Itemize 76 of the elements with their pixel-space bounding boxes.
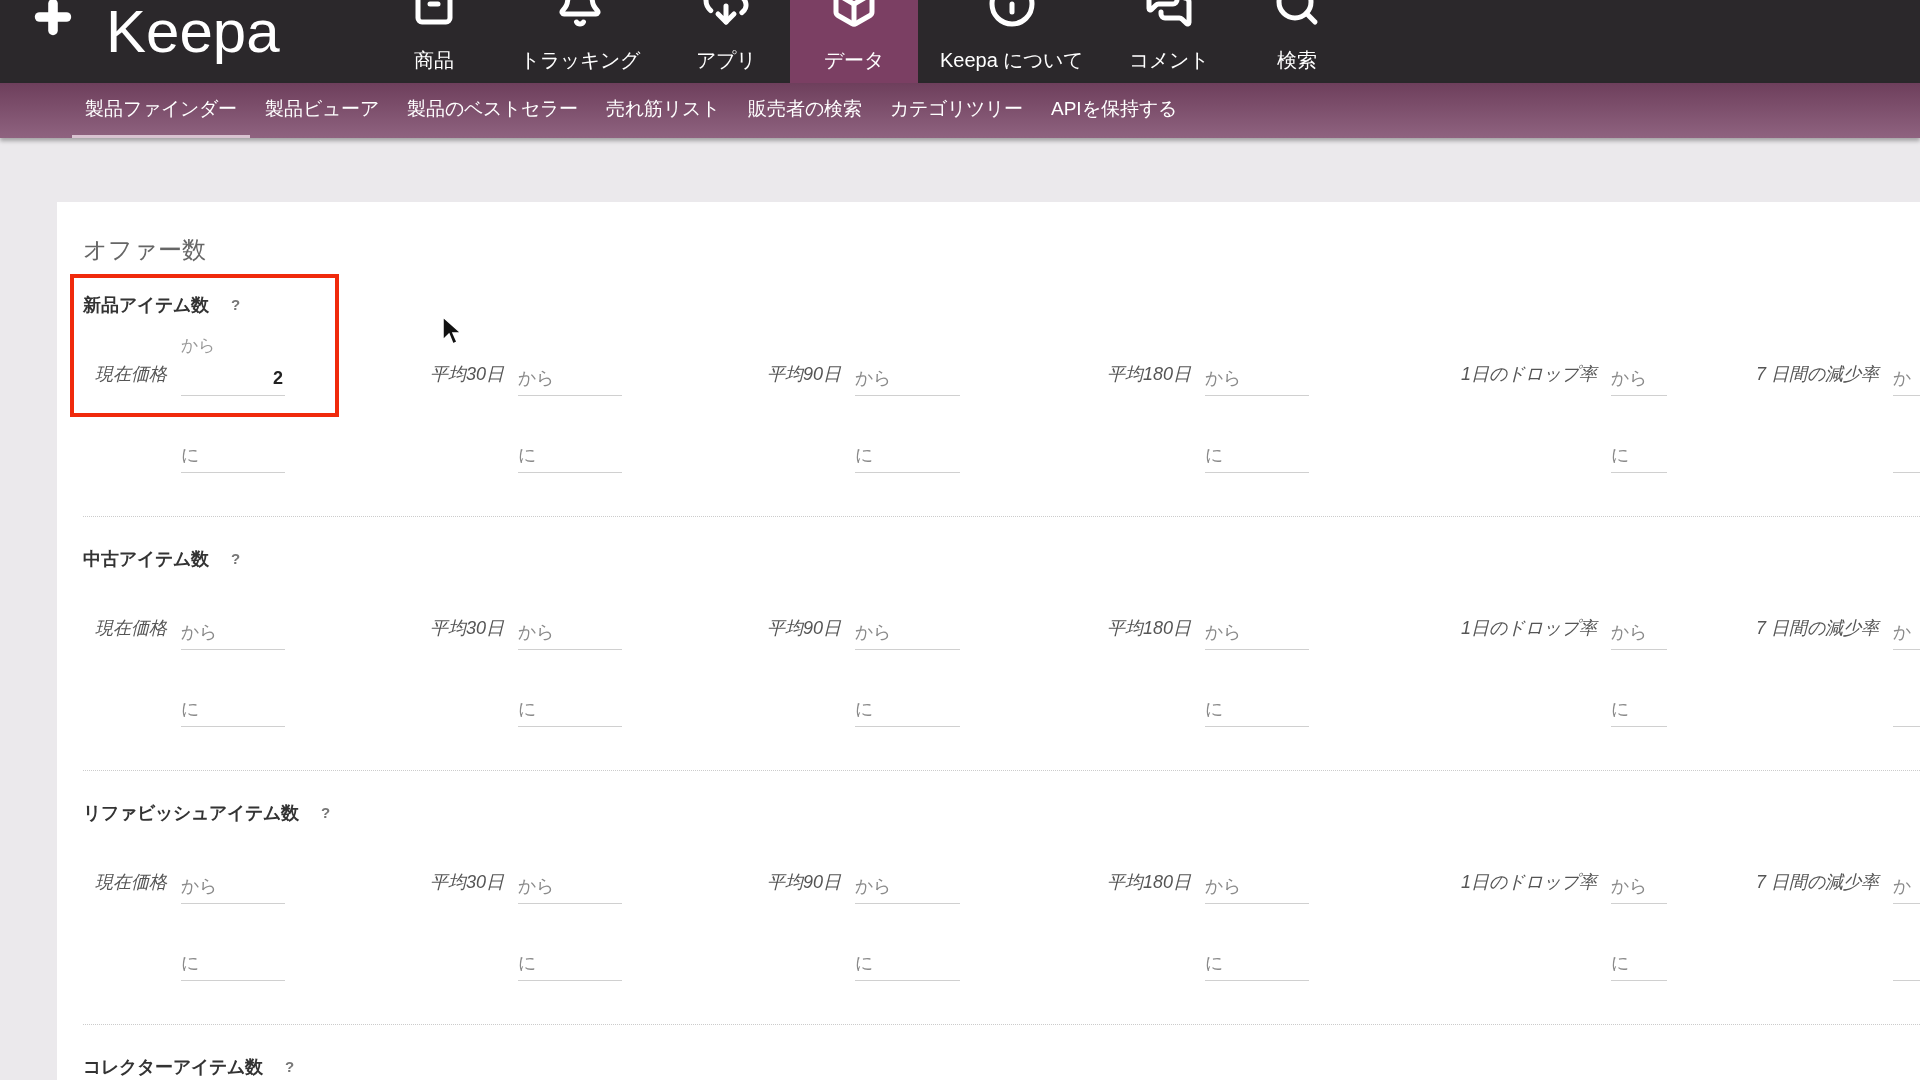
field-label: 平均180日 bbox=[1106, 617, 1191, 640]
field-label: 平均30日 bbox=[429, 617, 504, 640]
group-title: コレクターアイテム数 bbox=[83, 1055, 263, 1079]
field-label: 1日のドロップ率 bbox=[1461, 363, 1597, 386]
sub-nav-tab[interactable]: 製品ファインダー bbox=[72, 83, 250, 138]
input-field[interactable]: から bbox=[181, 844, 285, 904]
nav-tab[interactable]: データ bbox=[790, 0, 918, 83]
input-field[interactable]: に bbox=[1611, 921, 1667, 981]
field-label: 平均90日 bbox=[766, 363, 841, 386]
sub-nav-tab[interactable]: 製品のベストセラー bbox=[394, 83, 591, 138]
group-title: リファビッシュアイテム数 bbox=[83, 801, 299, 825]
nav-tab[interactable]: アプリ bbox=[662, 0, 790, 83]
input-field[interactable]: に bbox=[855, 921, 960, 981]
input-field[interactable]: から 2 bbox=[181, 336, 285, 396]
nav-tab[interactable]: 検索 bbox=[1233, 0, 1362, 83]
field-label: 1日のドロップ率 bbox=[1461, 617, 1597, 640]
input-field[interactable]: に bbox=[181, 413, 285, 473]
cursor-icon bbox=[442, 316, 462, 346]
field-label: 7 日間の減少率 bbox=[1756, 871, 1879, 894]
input-field[interactable]: に bbox=[855, 413, 960, 473]
input-field[interactable]: に bbox=[1205, 921, 1309, 981]
nav-tab[interactable]: トラッキング bbox=[498, 0, 662, 83]
input-field[interactable]: に bbox=[1611, 413, 1667, 473]
input-field[interactable]: から bbox=[1205, 336, 1309, 396]
help-mark[interactable]: ? bbox=[231, 293, 241, 317]
sub-nav-tab[interactable]: カテゴリツリー bbox=[877, 83, 1036, 138]
input-field[interactable]: から bbox=[1611, 844, 1667, 904]
input-field[interactable]: か bbox=[1893, 844, 1920, 904]
field-label: 平均30日 bbox=[429, 871, 504, 894]
input-field[interactable]: から bbox=[1205, 590, 1309, 650]
input-field[interactable]: から bbox=[1611, 590, 1667, 650]
nav-tab[interactable]: コメント bbox=[1105, 0, 1234, 83]
input-field[interactable]: から bbox=[855, 844, 960, 904]
input-field[interactable]: から bbox=[518, 336, 622, 396]
input-field[interactable]: から bbox=[1611, 336, 1667, 396]
help-mark[interactable]: ? bbox=[321, 801, 331, 825]
input-field[interactable]: か bbox=[1893, 590, 1920, 650]
input-field[interactable]: に bbox=[1611, 667, 1667, 727]
field-label: 平均180日 bbox=[1106, 363, 1191, 386]
nav-tab[interactable]: Keepa について bbox=[918, 0, 1106, 83]
field-label: 現在価格 bbox=[95, 363, 167, 386]
group-title: 中古アイテム数 bbox=[83, 547, 209, 571]
sub-nav-tab[interactable]: 売れ筋リスト bbox=[593, 83, 733, 138]
field-label: 1日のドロップ率 bbox=[1461, 871, 1597, 894]
sub-nav-tab[interactable]: 製品ビューア bbox=[252, 83, 392, 138]
help-mark[interactable]: ? bbox=[231, 547, 241, 571]
field-label: 7 日間の減少率 bbox=[1756, 617, 1879, 640]
input-field[interactable]: に bbox=[518, 921, 622, 981]
field-label: 平均30日 bbox=[429, 363, 504, 386]
input-field[interactable]: から bbox=[518, 590, 622, 650]
field-label: 7 日間の減少率 bbox=[1756, 363, 1879, 386]
input-field[interactable]: から bbox=[518, 844, 622, 904]
input-field[interactable]: に bbox=[518, 413, 622, 473]
help-mark[interactable]: ? bbox=[285, 1055, 295, 1079]
field-label: 平均180日 bbox=[1106, 871, 1191, 894]
input-field[interactable]: から bbox=[855, 590, 960, 650]
input-field[interactable]: に bbox=[1205, 667, 1309, 727]
field-label: 平均90日 bbox=[766, 871, 841, 894]
section-title: オファー数 bbox=[83, 236, 206, 264]
nav-tab[interactable]: 商品 bbox=[370, 0, 498, 83]
input-field[interactable]: に bbox=[518, 667, 622, 727]
input-field[interactable]: から bbox=[855, 336, 960, 396]
input-field[interactable]: から bbox=[181, 590, 285, 650]
input-field[interactable]: に bbox=[1205, 413, 1309, 473]
sub-nav-tab[interactable]: APIを保持する bbox=[1038, 83, 1190, 138]
field-label: 現在価格 bbox=[95, 871, 167, 894]
input-field[interactable]: に bbox=[181, 667, 285, 727]
field-label: 平均90日 bbox=[766, 617, 841, 640]
input-field[interactable]: に bbox=[855, 667, 960, 727]
sub-nav-tab[interactable]: 販売者の検索 bbox=[735, 83, 875, 138]
logo[interactable]: Keepa bbox=[106, 0, 280, 64]
input-field[interactable]: か bbox=[1893, 336, 1920, 396]
group-title: 新品アイテム数 bbox=[83, 293, 209, 317]
field-label: 現在価格 bbox=[95, 617, 167, 640]
input-field[interactable]: に bbox=[181, 921, 285, 981]
input-field[interactable]: から bbox=[1205, 844, 1309, 904]
